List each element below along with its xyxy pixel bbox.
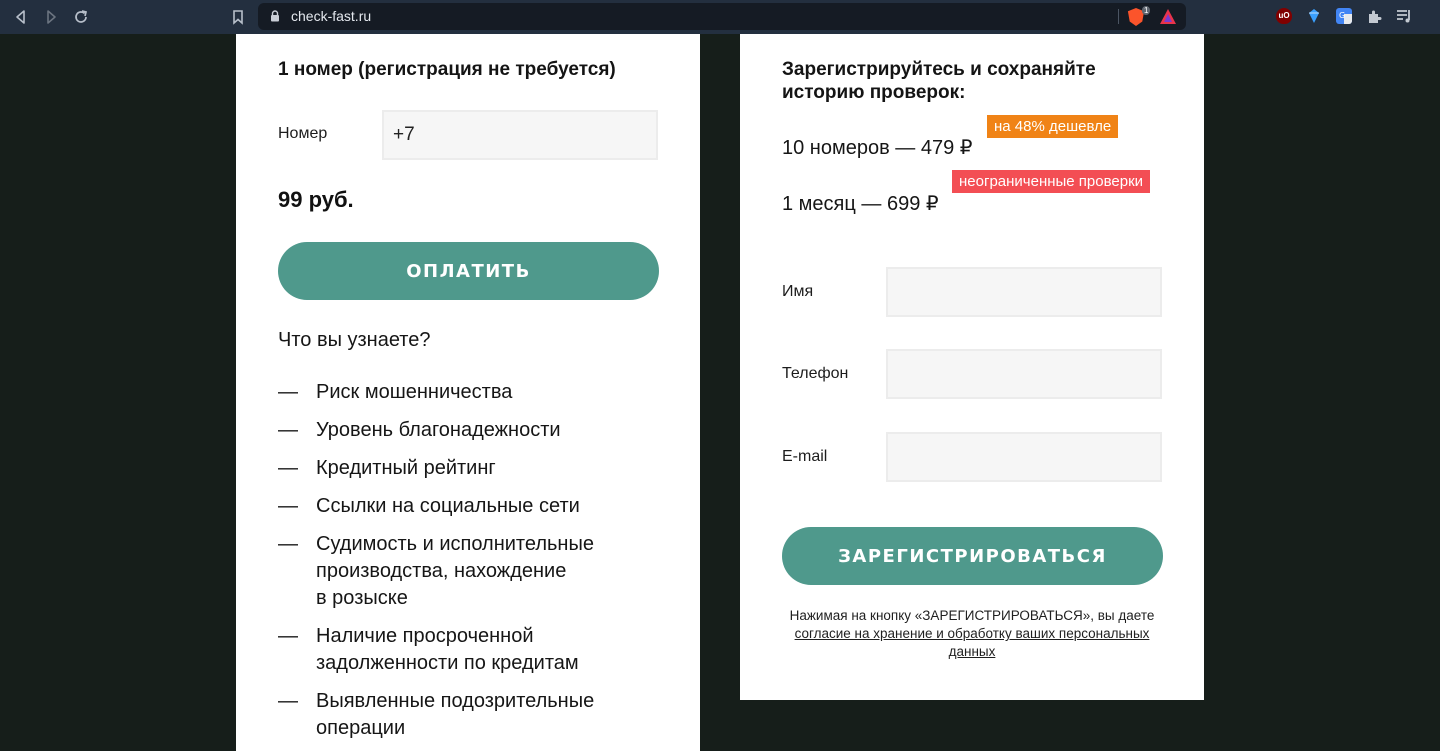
email-label: E-mail — [782, 448, 828, 465]
translate-icon[interactable]: G — [1336, 8, 1352, 24]
name-input[interactable] — [886, 267, 1162, 317]
consent-link[interactable]: согласие на хранение и обработку ваших п… — [795, 626, 1150, 659]
browser-toolbar: check-fast.ru 1 uO G — [0, 0, 1440, 34]
back-icon[interactable] — [11, 7, 31, 27]
pay-button[interactable]: ОПЛАТИТЬ — [278, 242, 659, 300]
registration-card: Зарегистрируйтесь и сохраняйте историю пр… — [740, 34, 1204, 700]
name-label: Имя — [782, 283, 814, 300]
feature-item: — Наличие просроченной задолженности по кр… — [278, 625, 579, 674]
consent-notice: Нажимая на кнопку «ЗАРЕГИСТРИРОВАТЬСЯ», … — [789, 608, 1155, 659]
registration-title: Зарегистрируйтесь и сохраняйте историю пр… — [782, 59, 1096, 103]
tariff-1-month: 1 месяц — 699 ₽ — [782, 193, 939, 215]
feature-item: — Кредитный рейтинг — [278, 457, 496, 479]
unlimited-badge: неограниченные проверки — [952, 170, 1151, 193]
phone-number-input[interactable] — [382, 110, 658, 160]
ublock-icon[interactable]: uO — [1276, 8, 1292, 24]
features-list: — Риск мошенничества — Уровень благонадежн… — [278, 379, 688, 751]
extensions-icon[interactable] — [1366, 8, 1382, 24]
lock-icon — [271, 10, 279, 22]
features-heading: Что вы узнаете? — [278, 329, 431, 351]
register-button[interactable]: ЗАРЕГИСТРИРОВАТЬСЯ — [782, 527, 1163, 585]
feature-item: — Риск мошенничества — [278, 381, 513, 403]
gem-icon[interactable] — [1306, 8, 1322, 24]
feature-item: — Уровень благонадежности — [278, 419, 561, 441]
phone-input[interactable] — [886, 349, 1162, 399]
bookmark-icon[interactable] — [228, 7, 248, 27]
email-input[interactable] — [886, 432, 1162, 482]
discount-badge: на 48% дешевле — [987, 115, 1119, 138]
single-check-card: 1 номер (регистрация не требуется) Номер… — [236, 34, 700, 751]
tariff-10-numbers: 10 номеров — 479 ₽ — [782, 137, 973, 159]
address-bar[interactable]: check-fast.ru 1 — [258, 3, 1186, 30]
forward-icon[interactable] — [41, 7, 61, 27]
svg-text:G: G — [1339, 11, 1345, 20]
brave-rewards-icon[interactable] — [1159, 8, 1177, 25]
url-divider — [1118, 9, 1119, 24]
number-label: Номер — [278, 125, 328, 142]
single-check-title: 1 номер (регистрация не требуется) — [278, 59, 616, 80]
feature-item: — Выявленные подозрительные операции — [278, 690, 595, 739]
url-text: check-fast.ru — [291, 8, 372, 24]
single-check-price: 99 руб. — [278, 187, 354, 212]
playlist-icon[interactable] — [1396, 8, 1412, 24]
phone-label: Телефон — [782, 365, 849, 382]
reload-icon[interactable] — [71, 7, 91, 27]
feature-item: — Ссылки на социальные сети — [278, 495, 580, 517]
shield-count-badge: 1 — [1142, 6, 1151, 15]
feature-item: — Судимость и исполнительные производства,… — [278, 533, 594, 609]
